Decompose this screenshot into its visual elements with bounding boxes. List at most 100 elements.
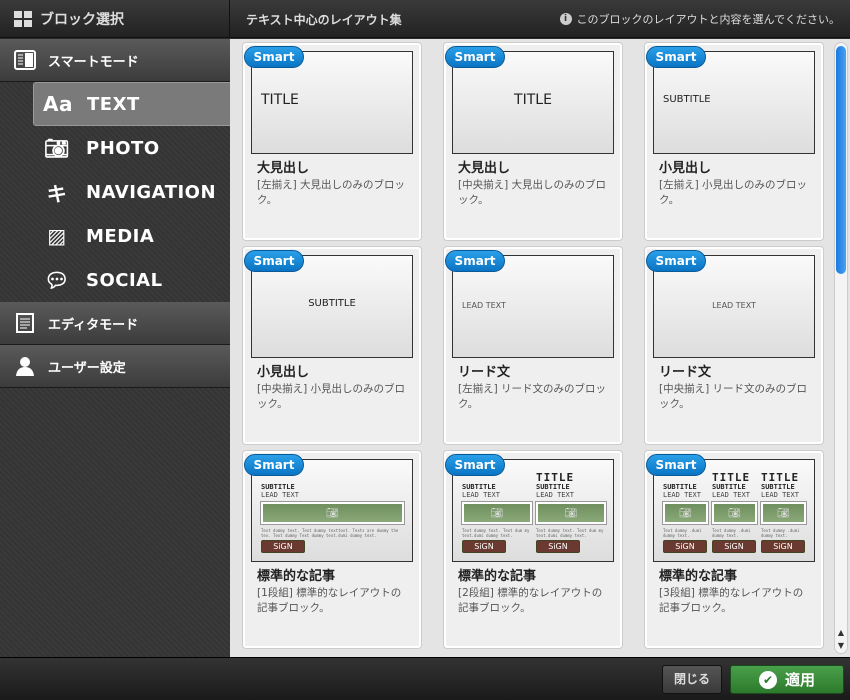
thumb-image: 📷︎ bbox=[461, 501, 533, 525]
thumb-dummy-text: Text dummy .dumi dummy text. bbox=[663, 528, 702, 538]
scrollbar[interactable]: ▲ ▼ bbox=[834, 42, 848, 654]
thumb-sign: SiGN bbox=[663, 540, 707, 553]
sidebar-smart-mode[interactable]: スマートモード bbox=[0, 39, 230, 82]
smart-badge: Smart bbox=[646, 250, 706, 272]
hint: i このブロックのレイアウトと内容を選んでください。 bbox=[559, 11, 840, 27]
layout-card[interactable]: Smart SUBTITLE 小見出し [中央揃え] 小見出しのみのブロック。 bbox=[243, 247, 421, 444]
thumb-column: SUBTITLE LEAD TEXT 📷︎ Text dummy text. Text… bbox=[461, 483, 533, 553]
thumb-sign: SiGN bbox=[536, 540, 580, 553]
signpost-icon: キ bbox=[46, 181, 68, 206]
thumb-image: 📷︎ bbox=[535, 501, 607, 525]
thumb-lead: LEAD TEXT bbox=[462, 491, 500, 499]
sidebar-item-social[interactable]: 💬︎ SOCIAL bbox=[0, 258, 230, 302]
layout-panel-icon bbox=[14, 50, 36, 70]
camera-icon: 📷︎ bbox=[490, 507, 504, 519]
thumb-lead: LEAD TEXT bbox=[462, 301, 506, 310]
thumb-subtitle: SUBTITLE bbox=[536, 483, 570, 491]
thumb-image: 📷︎ bbox=[662, 501, 709, 525]
sidebar-item-photo[interactable]: 📷︎ PHOTO bbox=[0, 126, 230, 170]
sidebar-item-label: PHOTO bbox=[86, 137, 160, 159]
thumb-dummy-text: Text dummy text. Text dummy texttext. Te… bbox=[261, 528, 399, 538]
smart-badge: Smart bbox=[244, 250, 304, 272]
sidebar-editor-mode[interactable]: エディタモード bbox=[0, 302, 230, 345]
section-title: テキスト中心のレイアウト集 bbox=[246, 13, 402, 27]
card-description: [左揃え] リード文のみのブロック。 bbox=[458, 383, 607, 410]
panel-header: ブロック選択 bbox=[0, 0, 230, 38]
sidebar-item-media[interactable]: ▨ MEDIA bbox=[0, 214, 230, 258]
layout-card[interactable]: Smart SUBTITLE 小見出し [左揃え] 小見出しのみのブロック。 bbox=[645, 43, 823, 240]
camera-icon: 📷︎ bbox=[326, 507, 339, 519]
thumb-dummy-text: Text dummy .dumi dummy text. bbox=[761, 528, 800, 538]
layout-card[interactable]: Smart LEAD TEXT リード文 [左揃え] リード文のみのブロック。 bbox=[444, 247, 622, 444]
smart-badge: Smart bbox=[445, 46, 505, 68]
sidebar-item-text[interactable]: Aa TEXT bbox=[33, 82, 230, 126]
layout-card[interactable]: Smart LEAD TEXT リード文 [中央揃え] リード文のみのブロック。 bbox=[645, 247, 823, 444]
smart-badge: Smart bbox=[445, 454, 505, 476]
text-aa-icon: Aa bbox=[43, 92, 73, 116]
footer-bar: 閉じる ✔ 適用 bbox=[0, 657, 850, 700]
layout-card[interactable]: Smart SUBTITLE LEAD TEXT 📷︎ Text dummy text.… bbox=[243, 451, 421, 648]
thumb-dummy-text: Text dummy text. Text dum my text.dumi d… bbox=[536, 528, 604, 538]
smart-badge: Smart bbox=[445, 250, 505, 272]
card-description: [左揃え] 大見出しのみのブロック。 bbox=[257, 179, 406, 206]
image-icon: ▨ bbox=[47, 224, 67, 248]
top-bar: ブロック選択 テキスト中心のレイアウト集 i このブロックのレイアウトと内容を選… bbox=[0, 0, 850, 38]
close-button[interactable]: 閉じる bbox=[662, 665, 722, 694]
smart-badge: Smart bbox=[646, 46, 706, 68]
camera-icon: 📷︎ bbox=[679, 507, 692, 519]
thumb-image: 📷︎ bbox=[260, 501, 405, 525]
thumb-dummy-text: Text dummy text. Text dum my text.dumi d… bbox=[462, 528, 530, 538]
thumb-lead: LEAD TEXT bbox=[536, 491, 574, 499]
thumb-column: TITLE SUBTITLE LEAD TEXT 📷︎ Text dummy .dumi… bbox=[760, 471, 807, 553]
check-icon: ✔ bbox=[758, 670, 777, 689]
apply-button[interactable]: ✔ 適用 bbox=[730, 665, 844, 694]
thumb-lead: LEAD TEXT bbox=[712, 491, 750, 499]
thumb-title: TITLE bbox=[536, 471, 575, 484]
card-title: 標準的な記事 bbox=[659, 569, 738, 584]
smart-badge: Smart bbox=[646, 454, 706, 476]
thumb-image: 📷︎ bbox=[711, 501, 758, 525]
card-description: [1段組] 標準的なレイアウトの 記事ブロック。 bbox=[257, 587, 402, 614]
sidebar-user-settings[interactable]: ユーザー設定 bbox=[0, 345, 230, 388]
thumb-subtitle: SUBTITLE bbox=[261, 483, 295, 491]
apply-label: 適用 bbox=[784, 671, 815, 689]
card-title: 小見出し bbox=[659, 161, 712, 176]
sidebar-smart-mode-label: スマートモード bbox=[48, 54, 139, 70]
smart-badge: Smart bbox=[244, 454, 304, 476]
thumb-title: TITLE bbox=[761, 471, 800, 484]
thumb-sign: SiGN bbox=[761, 540, 805, 553]
camera-icon: 📷︎ bbox=[777, 507, 790, 519]
layout-card[interactable]: Smart TITLE 大見出し [左揃え] 大見出しのみのブロック。 bbox=[243, 43, 421, 240]
thumb-subtitle: SUBTITLE bbox=[712, 483, 746, 491]
thumb-image: 📷︎ bbox=[760, 501, 807, 525]
sidebar-item-label: NAVIGATION bbox=[86, 181, 217, 203]
grid-icon bbox=[14, 11, 32, 27]
card-title: リード文 bbox=[458, 365, 511, 380]
camera-icon: 📷︎ bbox=[44, 136, 70, 160]
thumb-title: TITLE bbox=[261, 92, 299, 108]
card-title: 大見出し bbox=[458, 161, 511, 176]
thumb-lead: LEAD TEXT bbox=[712, 301, 756, 310]
card-title: 大見出し bbox=[257, 161, 310, 176]
layout-card[interactable]: Smart SUBTITLE LEAD TEXT 📷︎ Text dummy .dumi… bbox=[645, 451, 823, 648]
card-title: 標準的な記事 bbox=[257, 569, 336, 584]
thumb-sign: SiGN bbox=[462, 540, 506, 553]
sidebar: スマートモード Aa TEXT 📷︎ PHOTO キ NAVIGATION ▨ MEDIA 💬︎… bbox=[0, 39, 230, 657]
scrollbar-thumb[interactable] bbox=[836, 46, 846, 274]
scroll-down-icon[interactable]: ▼ bbox=[835, 641, 847, 650]
sidebar-item-navigation[interactable]: キ NAVIGATION bbox=[0, 170, 230, 214]
thumb-column: SUBTITLE LEAD TEXT 📷︎ Text dummy .dumi dumm… bbox=[662, 483, 709, 553]
layout-card[interactable]: Smart SUBTITLE LEAD TEXT 📷︎ Text dummy text.… bbox=[444, 451, 622, 648]
layout-card[interactable]: Smart TITLE 大見出し [中央揃え] 大見出しのみのブロック。 bbox=[444, 43, 622, 240]
sidebar-editor-mode-label: エディタモード bbox=[48, 317, 139, 333]
scroll-up-icon[interactable]: ▲ bbox=[835, 628, 847, 637]
thumb-dummy-text: Text dummy .dumi dummy text. bbox=[712, 528, 751, 538]
speech-bubbles-icon: 💬︎ bbox=[44, 268, 70, 292]
document-icon bbox=[14, 313, 36, 333]
sidebar-item-label: SOCIAL bbox=[86, 269, 163, 291]
user-icon bbox=[14, 356, 36, 376]
sidebar-user-settings-label: ユーザー設定 bbox=[48, 360, 126, 376]
thumb-lead: LEAD TEXT bbox=[761, 491, 799, 499]
card-title: 標準的な記事 bbox=[458, 569, 537, 584]
card-description: [2段組] 標準的なレイアウトの 記事ブロック。 bbox=[458, 587, 603, 614]
